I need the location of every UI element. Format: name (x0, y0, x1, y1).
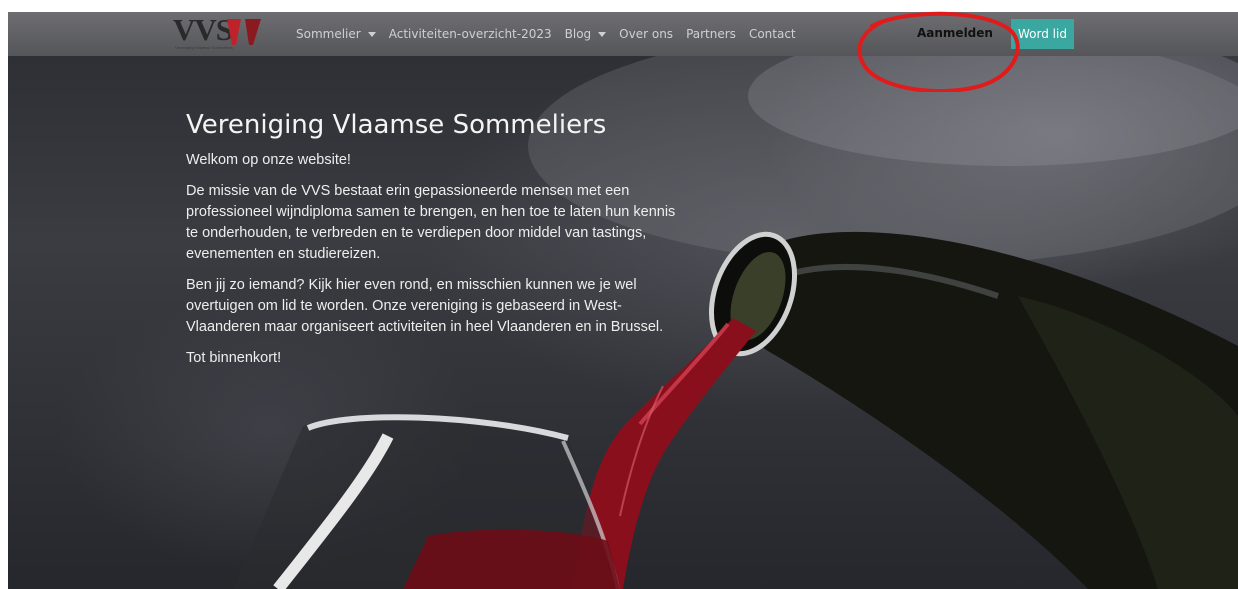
join-button[interactable]: Word lid (1011, 19, 1074, 49)
top-navbar: VVS Vereniging Vlaamse Sommeliers Sommel… (8, 12, 1238, 56)
nav-item-label: Activiteiten-overzicht-2023 (388, 27, 552, 41)
logo-subtitle: Vereniging Vlaamse Sommeliers (175, 45, 233, 50)
nav-item-sommelier[interactable]: Sommelier (296, 27, 376, 41)
hero-paragraph: De missie van de VVS bestaat erin gepass… (186, 183, 676, 262)
nav-item-partners[interactable]: Partners (686, 27, 736, 41)
page-frame: VVS Vereniging Vlaamse Sommeliers Sommel… (8, 12, 1238, 589)
nav-item-activiteiten[interactable]: Activiteiten-overzicht-2023 (389, 27, 552, 41)
chevron-down-icon (598, 32, 607, 37)
nav-item-over-ons[interactable]: Over ons (619, 27, 673, 41)
nav-item-label: Over ons (619, 27, 674, 41)
nav-item-label: Sommelier (296, 27, 361, 41)
main-nav: Sommelier Activiteiten-overzicht-2023 Bl… (296, 12, 796, 56)
page-title: Vereniging Vlaamse Sommeliers (186, 110, 607, 140)
login-link[interactable]: Aanmelden (917, 26, 993, 40)
nav-item-contact[interactable]: Contact (749, 27, 796, 41)
hero-paragraph: Tot binnenkort! (186, 350, 282, 366)
nav-item-label: Blog (564, 27, 592, 41)
hero-paragraph: Welkom op onze website! (186, 152, 351, 168)
site-logo[interactable]: VVS Vereniging Vlaamse Sommeliers (173, 12, 263, 54)
logo-mark-icon (227, 19, 261, 45)
nav-item-label: Contact (748, 27, 796, 41)
hero-content: Vereniging Vlaamse Sommeliers Welkom op … (186, 110, 686, 379)
nav-item-blog[interactable]: Blog (565, 27, 607, 41)
chevron-down-icon (367, 32, 376, 37)
logo-text: VVS (173, 12, 233, 47)
nav-item-label: Partners (686, 27, 736, 41)
hero-paragraph: Ben jij zo iemand? Kijk hier even rond, … (186, 277, 664, 335)
